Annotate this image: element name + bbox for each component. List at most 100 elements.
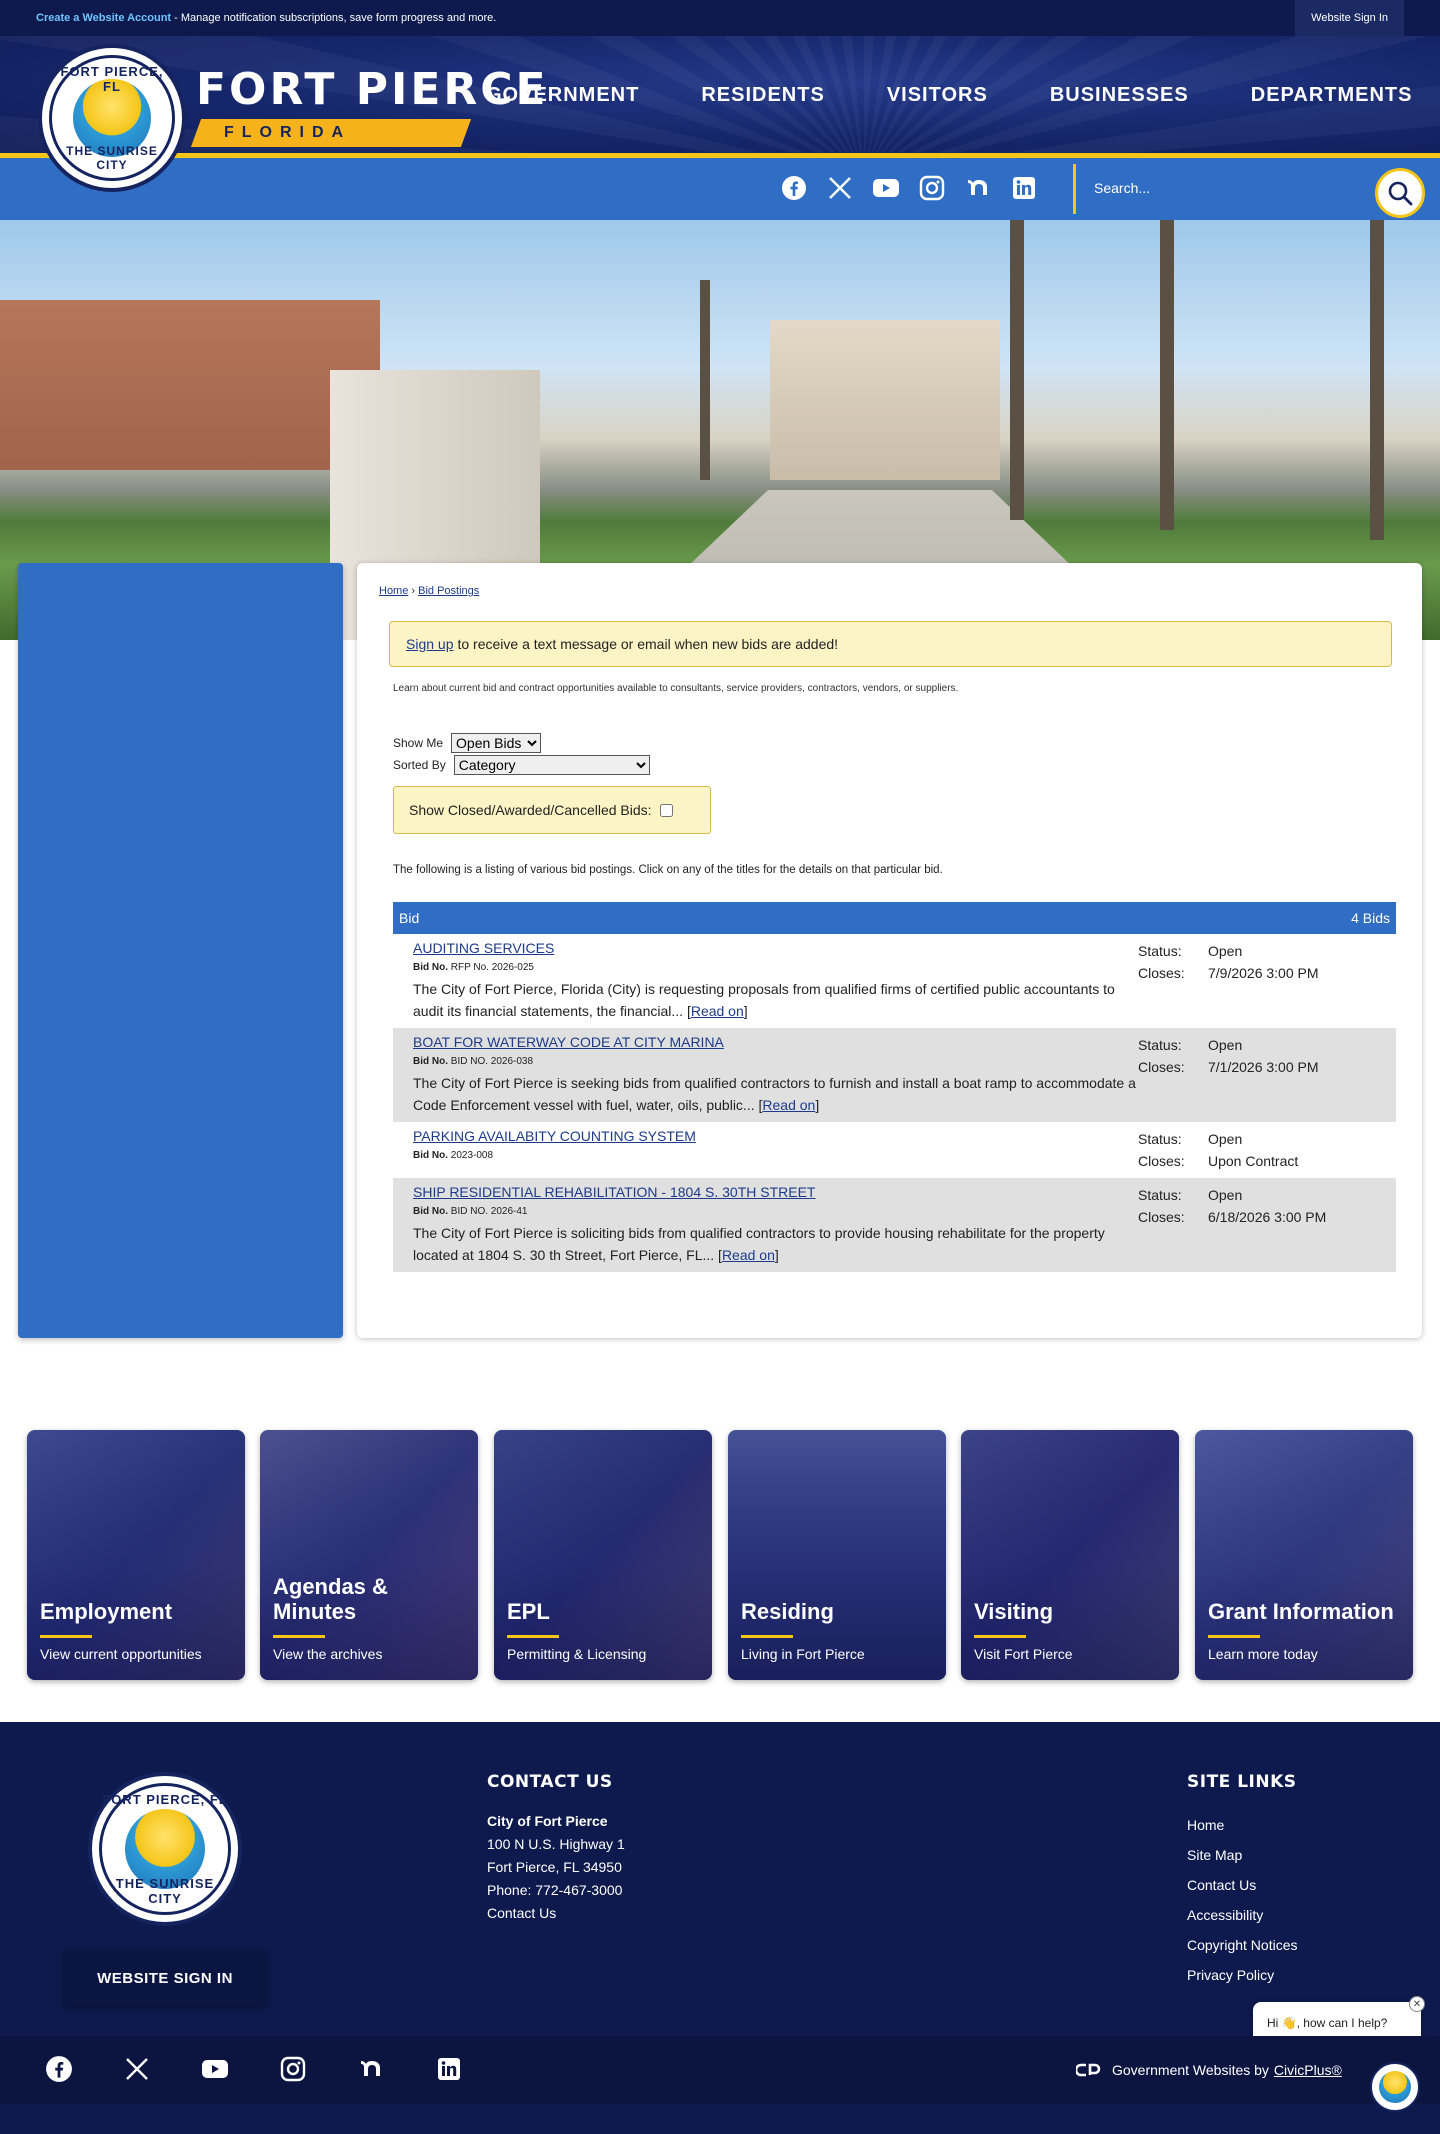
nav-government[interactable]: GOVERNMENT xyxy=(486,84,639,107)
bid-table: Bid 4 Bids AUDITING SERVICES Bid No. RFP… xyxy=(393,902,1396,1272)
linkedin-icon[interactable] xyxy=(1010,174,1038,202)
breadcrumb-home[interactable]: Home xyxy=(379,585,408,597)
bid-title-link[interactable]: SHIP RESIDENTIAL REHABILITATION - 1804 S… xyxy=(413,1184,815,1200)
read-on-link[interactable]: Read on xyxy=(762,1097,815,1113)
bid-number-value: BID NO. 2026-038 xyxy=(450,1056,534,1067)
bid-title-link[interactable]: PARKING AVAILABITY COUNTING SYSTEM xyxy=(413,1128,696,1144)
closes-label: Closes: xyxy=(1138,1153,1185,1169)
tile-accent-bar xyxy=(273,1635,325,1638)
bid-number-value: RFP No. 2026-025 xyxy=(450,962,534,973)
nav-businesses[interactable]: BUSINESSES xyxy=(1050,84,1189,107)
bid-title-link[interactable]: AUDITING SERVICES xyxy=(413,940,554,956)
read-on-link[interactable]: Read on xyxy=(691,1003,744,1019)
show-me-row: Show Me Open Bids xyxy=(393,732,1400,754)
search-icon[interactable] xyxy=(1375,168,1425,218)
nextdoor-icon[interactable] xyxy=(356,2054,386,2084)
contact-us-link[interactable]: Contact Us xyxy=(487,1902,625,1925)
bid-status: Status: Open xyxy=(1138,1184,1388,1206)
site-links-heading: SITE LINKS xyxy=(1187,1772,1297,1792)
closes-value: 7/9/2026 3:00 PM xyxy=(1208,965,1319,981)
instagram-icon[interactable] xyxy=(918,174,946,202)
state-name: FLORIDA xyxy=(224,124,352,141)
linkedin-icon[interactable] xyxy=(434,2054,464,2084)
tile-overlay xyxy=(27,1430,245,1680)
tile-title: EPL xyxy=(507,1599,550,1624)
seal-ring: FORT PIERCE, FL THE SUNRISE CITY xyxy=(49,55,175,181)
tile-subtitle: Living in Fort Pierce xyxy=(741,1646,865,1662)
youtube-icon[interactable] xyxy=(200,2054,230,2084)
bid-closes: Closes: 6/18/2026 3:00 PM xyxy=(1138,1206,1388,1228)
nav-visitors[interactable]: VISITORS xyxy=(887,84,988,107)
sorted-by-select[interactable]: Category xyxy=(453,755,650,775)
city-seal-logo[interactable]: FORT PIERCE, FL THE SUNRISE CITY xyxy=(38,44,186,192)
signup-link[interactable]: Sign up xyxy=(406,636,453,652)
tile-agendas-minutes[interactable]: Agendas & Minutes View the archives xyxy=(260,1430,478,1680)
tile-subtitle: Learn more today xyxy=(1208,1646,1318,1662)
instagram-icon[interactable] xyxy=(278,2054,308,2084)
website-signin-button[interactable]: Website Sign In xyxy=(1295,0,1404,36)
bid-meta: Status: Open Closes: Upon Contract xyxy=(1138,1128,1388,1172)
tile-title: Grant Information xyxy=(1208,1599,1394,1624)
tile-overlay xyxy=(260,1430,478,1680)
bid-closes: Closes: 7/9/2026 3:00 PM xyxy=(1138,962,1388,984)
search-input[interactable] xyxy=(1094,170,1394,206)
breadcrumb: Home › Bid Postings xyxy=(379,585,1400,597)
bid-info: AUDITING SERVICES Bid No. RFP No. 2026-0… xyxy=(413,940,1138,1022)
site-link-contact-us[interactable]: Contact Us xyxy=(1187,1870,1298,1900)
bid-number-label: Bid No. xyxy=(413,962,448,973)
sorted-by-label: Sorted By xyxy=(393,758,446,772)
footer-bottom-bar: Government Websites by CivicPlus® xyxy=(0,2036,1440,2104)
account-message-text: - Manage notification subscriptions, sav… xyxy=(171,12,497,24)
read-on-link[interactable]: Read on xyxy=(722,1247,775,1263)
x-icon[interactable] xyxy=(122,2054,152,2084)
site-link-privacy[interactable]: Privacy Policy xyxy=(1187,1960,1298,1990)
main-navigation: GOVERNMENT RESIDENTS VISITORS BUSINESSES… xyxy=(486,84,1413,107)
nav-residents[interactable]: RESIDENTS xyxy=(701,84,824,107)
footer-social-links xyxy=(44,2054,464,2084)
intro-text: Learn about current bid and contract opp… xyxy=(393,683,959,694)
tile-subtitle: View current opportunities xyxy=(40,1646,202,1662)
show-closed-checkbox[interactable] xyxy=(659,803,673,817)
site-link-copyright[interactable]: Copyright Notices xyxy=(1187,1930,1298,1960)
create-account-link[interactable]: Create a Website Account xyxy=(36,12,171,24)
tile-overlay xyxy=(1195,1430,1413,1680)
tile-accent-bar xyxy=(741,1635,793,1638)
status-value: Open xyxy=(1208,1187,1243,1203)
tile-title: Residing xyxy=(741,1599,834,1624)
bid-title-link[interactable]: BOAT FOR WATERWAY CODE AT CITY MARINA xyxy=(413,1034,724,1050)
chat-launcher-avatar[interactable] xyxy=(1370,2062,1420,2112)
footer-signin-button[interactable]: WEBSITE SIGN IN xyxy=(64,1950,266,2006)
show-me-label: Show Me xyxy=(393,736,444,750)
breadcrumb-separator: › xyxy=(408,585,419,597)
closes-label: Closes: xyxy=(1138,1209,1185,1225)
bid-number-label: Bid No. xyxy=(413,1206,448,1217)
tile-overlay xyxy=(494,1430,712,1680)
site-link-home[interactable]: Home xyxy=(1187,1810,1298,1840)
site-link-accessibility[interactable]: Accessibility xyxy=(1187,1900,1298,1930)
tile-epl[interactable]: EPL Permitting & Licensing xyxy=(494,1430,712,1680)
breadcrumb-bid-postings[interactable]: Bid Postings xyxy=(418,585,479,597)
facebook-icon[interactable] xyxy=(44,2054,74,2084)
chat-close-icon[interactable]: ✕ xyxy=(1409,1996,1425,2012)
site-link-site-map[interactable]: Site Map xyxy=(1187,1840,1298,1870)
show-me-select[interactable]: Open Bids xyxy=(451,733,542,753)
bid-filters: Show Me Open Bids Sorted By Category xyxy=(393,732,1400,776)
nav-departments[interactable]: DEPARTMENTS xyxy=(1251,84,1413,107)
tile-employment[interactable]: Employment View current opportunities xyxy=(27,1430,245,1680)
nextdoor-icon[interactable] xyxy=(964,174,992,202)
tile-subtitle: View the archives xyxy=(273,1646,383,1662)
tile-grant-information[interactable]: Grant Information Learn more today xyxy=(1195,1430,1413,1680)
bid-number-label: Bid No. xyxy=(413,1150,448,1161)
tile-visiting[interactable]: Visiting Visit Fort Pierce xyxy=(961,1430,1179,1680)
youtube-icon[interactable] xyxy=(872,174,900,202)
bid-meta: Status: Open Closes: 6/18/2026 3:00 PM xyxy=(1138,1184,1388,1266)
status-label: Status: xyxy=(1138,1131,1182,1147)
bid-status: Status: Open xyxy=(1138,940,1388,962)
facebook-icon[interactable] xyxy=(780,174,808,202)
site-header: FORT PIERCE, FL THE SUNRISE CITY FORT PI… xyxy=(0,36,1440,192)
content-area: Home › Bid Postings Sign up to receive a … xyxy=(0,563,1440,1400)
x-icon[interactable] xyxy=(826,174,854,202)
tile-residing[interactable]: Residing Living in Fort Pierce xyxy=(728,1430,946,1680)
bid-row: PARKING AVAILABITY COUNTING SYSTEM Bid N… xyxy=(393,1122,1396,1178)
tile-accent-bar xyxy=(40,1635,92,1638)
